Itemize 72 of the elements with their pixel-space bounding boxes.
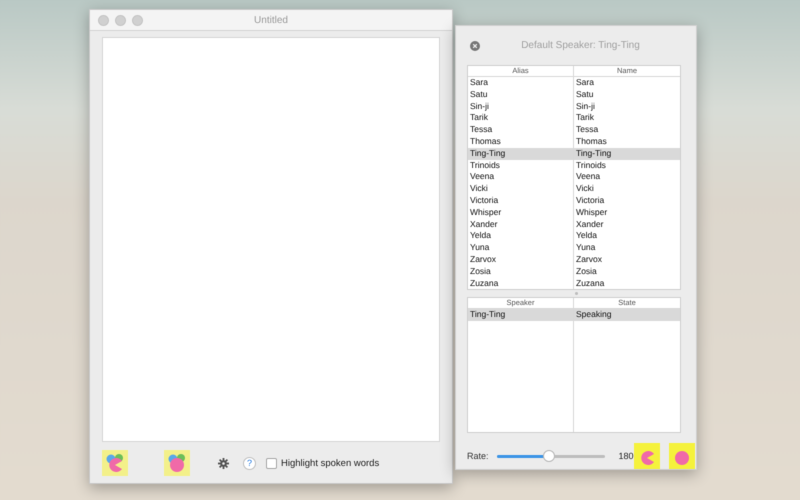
- panel-title: Default Speaker: Ting-Ting: [520, 40, 641, 52]
- table-cell: Yelda: [468, 230, 574, 242]
- table-cell: Yuna: [468, 242, 574, 254]
- help-button[interactable]: ?: [243, 456, 256, 470]
- table-cell: Victoria: [468, 195, 574, 207]
- pacman-icon[interactable]: [634, 443, 660, 469]
- rate-label: Rate:: [467, 451, 489, 461]
- voices-row[interactable]: Victoria Victoria: [468, 195, 680, 207]
- table-cell-text: Victoria: [575, 195, 606, 207]
- table-cell-text: Yuna: [575, 242, 596, 254]
- voices-row[interactable]: Veena Veena: [468, 171, 680, 184]
- table-cell-text: Speaking: [575, 309, 612, 322]
- close-button[interactable]: [98, 14, 109, 26]
- voices-row[interactable]: Ting-Ting Ting-Ting: [468, 148, 680, 160]
- voices-row[interactable]: Yuna Yuna: [468, 242, 680, 254]
- voices-row[interactable]: Xander Xander: [468, 218, 680, 230]
- voices-row[interactable]: Trinoids Trinoids: [468, 160, 680, 172]
- table-cell-text: Sara: [575, 77, 595, 89]
- voices-row[interactable]: Zarvox Zarvox: [468, 254, 680, 266]
- table-cell-text: Tarik: [575, 112, 595, 124]
- table-cell-text: Zuzana: [575, 278, 606, 290]
- table-cell-text: Tessa: [575, 124, 600, 136]
- table-cell-text: Satu: [575, 88, 594, 101]
- table-cell-text: Zosia: [575, 266, 598, 278]
- table-cell: Zuzana: [468, 278, 574, 290]
- close-icon[interactable]: [470, 40, 480, 51]
- table-cell-text: Ting-Ting: [575, 148, 612, 160]
- voices-row[interactable]: Tarik Tarik: [468, 112, 680, 124]
- table-cell: Vicki: [468, 183, 574, 196]
- pacman-icon[interactable]: [102, 450, 128, 476]
- minimize-button[interactable]: [115, 14, 126, 26]
- table-cell-text: Trinoids: [575, 160, 607, 172]
- voices-row[interactable]: Yelda Yelda: [468, 230, 680, 242]
- voices-row[interactable]: Sin-ji Sin-ji: [468, 100, 680, 112]
- table-cell-text: Veena: [575, 171, 602, 184]
- table-cell-text: Sin-ji: [575, 100, 596, 112]
- table-cell: Sin-ji: [468, 100, 574, 112]
- zoom-button[interactable]: [132, 14, 143, 26]
- table-cell-text: Xander: [575, 218, 604, 230]
- settings-icon[interactable]: [218, 458, 229, 468]
- table-cell: Whisper: [468, 206, 574, 219]
- voices-row[interactable]: Zuzana Zuzana: [468, 278, 680, 290]
- voices-row[interactable]: Sara Sara: [468, 77, 680, 89]
- checkbox-label[interactable]: Highlight spoken words: [281, 458, 380, 468]
- table-cell-text: Yelda: [575, 230, 598, 242]
- table-cell: Tarik: [468, 112, 574, 124]
- table-cell: Sara: [468, 77, 574, 89]
- voices-row[interactable]: Tessa Tessa: [468, 124, 680, 136]
- table-cell: Ting-Ting: [468, 148, 574, 160]
- voices-row[interactable]: Zosia Zosia: [468, 266, 680, 278]
- table-cell: Ting-Ting: [468, 309, 574, 322]
- table-cell: Satu: [468, 88, 574, 101]
- window-title: Untitled: [254, 14, 288, 26]
- table-cell-text: Vicki: [575, 183, 595, 196]
- voices-row[interactable]: Satu Satu: [468, 88, 680, 101]
- rate-value: 180: [618, 451, 634, 461]
- slider-thumb[interactable]: [543, 450, 556, 462]
- table-cell-text: Zarvox: [575, 254, 603, 266]
- table-cell-text: Thomas: [575, 136, 608, 148]
- table-cell: Xander: [468, 218, 574, 230]
- speakers-row[interactable]: Ting-Ting Speaking: [468, 309, 680, 322]
- table-cell: Tessa: [468, 124, 574, 136]
- circles-icon[interactable]: [164, 450, 190, 476]
- table-cell: Zosia: [468, 266, 574, 278]
- splitter-handle[interactable]: [574, 292, 578, 296]
- table-cell: Trinoids: [468, 160, 574, 172]
- voices-row[interactable]: Vicki Vicki: [468, 183, 680, 196]
- table-cell-text: Whisper: [575, 206, 608, 219]
- table-cell: Veena: [468, 171, 574, 184]
- table-cell: Zarvox: [468, 254, 574, 266]
- voices-row[interactable]: Whisper Whisper: [468, 206, 680, 219]
- checkbox[interactable]: [266, 458, 277, 468]
